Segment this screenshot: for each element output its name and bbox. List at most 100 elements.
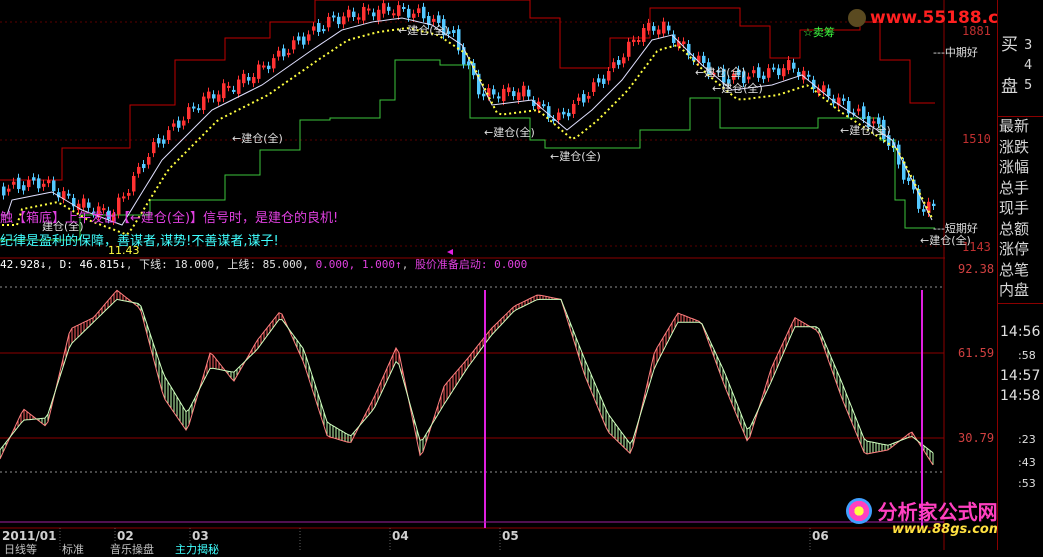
value-2: 1.000↑ [361,258,402,271]
alert-value: 股价准备启动: 0.000 [414,258,528,271]
candle-body [292,40,296,50]
tick-time: 14:58 [1000,388,1041,404]
candle-body [12,181,16,185]
candle-body [227,85,231,88]
month-label: 05 [502,529,519,543]
candle-body [417,8,421,13]
candle-body [237,79,241,94]
candle-body [522,85,526,97]
signal-build-3: ←建仓(全) [484,126,535,139]
signal-build-6: ←建仓(全) [712,82,763,95]
tick-time: :43 [1018,456,1036,469]
tick-time: 14:57 [1000,368,1041,384]
candle-body [702,55,706,63]
candle-body [232,89,236,92]
candle-body [382,3,386,14]
candle-body [322,29,326,32]
candle-body [457,29,461,51]
moving-average-dotted-line [2,27,933,236]
candle-body [682,41,686,45]
candle-body [782,68,786,77]
candle-body [822,85,826,93]
ind-scale-low: 30.79 [958,431,995,445]
tab-main-force[interactable]: 主力揭秘 [175,541,219,557]
candle-body [637,39,641,42]
tab-standard[interactable]: 标准 [62,541,84,557]
panel-marker-icon [447,249,453,255]
candle-body [517,92,521,101]
candle-body [642,27,646,42]
tab-music[interactable]: 音乐操盘 [110,541,154,557]
candle-body [602,78,606,84]
candle-body [572,103,576,114]
sidebar-divider-2 [998,303,1043,304]
resistance-line [0,0,935,181]
candle-body [362,6,366,21]
tick-time: 14:56 [1000,324,1041,340]
candle-body [767,68,771,78]
field-latest: 最新 [999,117,1030,135]
candle-body [342,16,346,25]
price-scale-mid: 1510 [962,132,991,146]
candle-body [862,106,866,120]
candle-body [647,22,651,31]
candle-body [547,106,551,118]
candle-body [147,156,151,165]
candle-body [592,82,596,92]
candle-body [467,61,471,66]
candle-body [262,65,266,68]
candle-body [542,104,546,107]
field-current-volume: 现手 [999,199,1030,217]
candle-body [177,120,181,128]
candle-body [122,196,126,199]
field-total-trades: 总笔 [999,260,1030,279]
candle-body [582,94,586,103]
candle-body [357,17,361,20]
candle-body [752,70,756,74]
candle-body [277,50,281,57]
field-change: 涨跌 [999,137,1030,156]
candle-body [407,8,411,18]
tab-daily[interactable]: 日线等 [4,541,37,557]
candle-body [567,112,571,117]
candle-body [497,96,501,99]
k-line [0,289,934,466]
candle-body [132,175,136,192]
candle-body [137,166,141,174]
candle-body [192,106,196,109]
kd-histogram [0,290,934,465]
candle-body [747,76,751,80]
candle-body [857,108,861,112]
candle-body [142,163,146,169]
candle-body [667,25,671,31]
candle-body [772,67,776,70]
tick-time: :23 [1018,433,1036,446]
candle-body [182,120,186,126]
candle-body [612,62,616,69]
candle-body [222,83,226,99]
chart-area[interactable] [0,0,945,550]
candle-body [922,209,926,212]
candle-body [252,77,256,84]
candle-body [527,89,531,97]
signal-build-2: ←建仓(全) [398,24,449,37]
field-change-pct: 涨幅 [999,158,1030,176]
order-levels: 3 4 5 [1024,38,1033,93]
candle-body [347,9,351,18]
candle-body [247,77,251,81]
ind-scale-high: 92.38 [958,262,995,276]
candle-body [462,47,466,65]
message-line-2: 纪律是盈利的保障，善谋者,谋势!不善谋者,谋子! [0,234,279,249]
candle-body [157,138,161,144]
candle-body [257,64,261,79]
signal-build-5: ←建仓(全) [695,66,746,79]
candle-body [387,6,391,11]
candle-body [657,29,661,35]
candle-body [317,23,321,32]
candle-body [242,73,246,84]
candle-body [17,177,21,189]
signal-build-4: ←建仓(全) [550,150,601,163]
candle-body [907,177,911,182]
ind-scale-mid: 61.59 [958,346,995,360]
field-total-volume: 总手 [999,178,1030,197]
